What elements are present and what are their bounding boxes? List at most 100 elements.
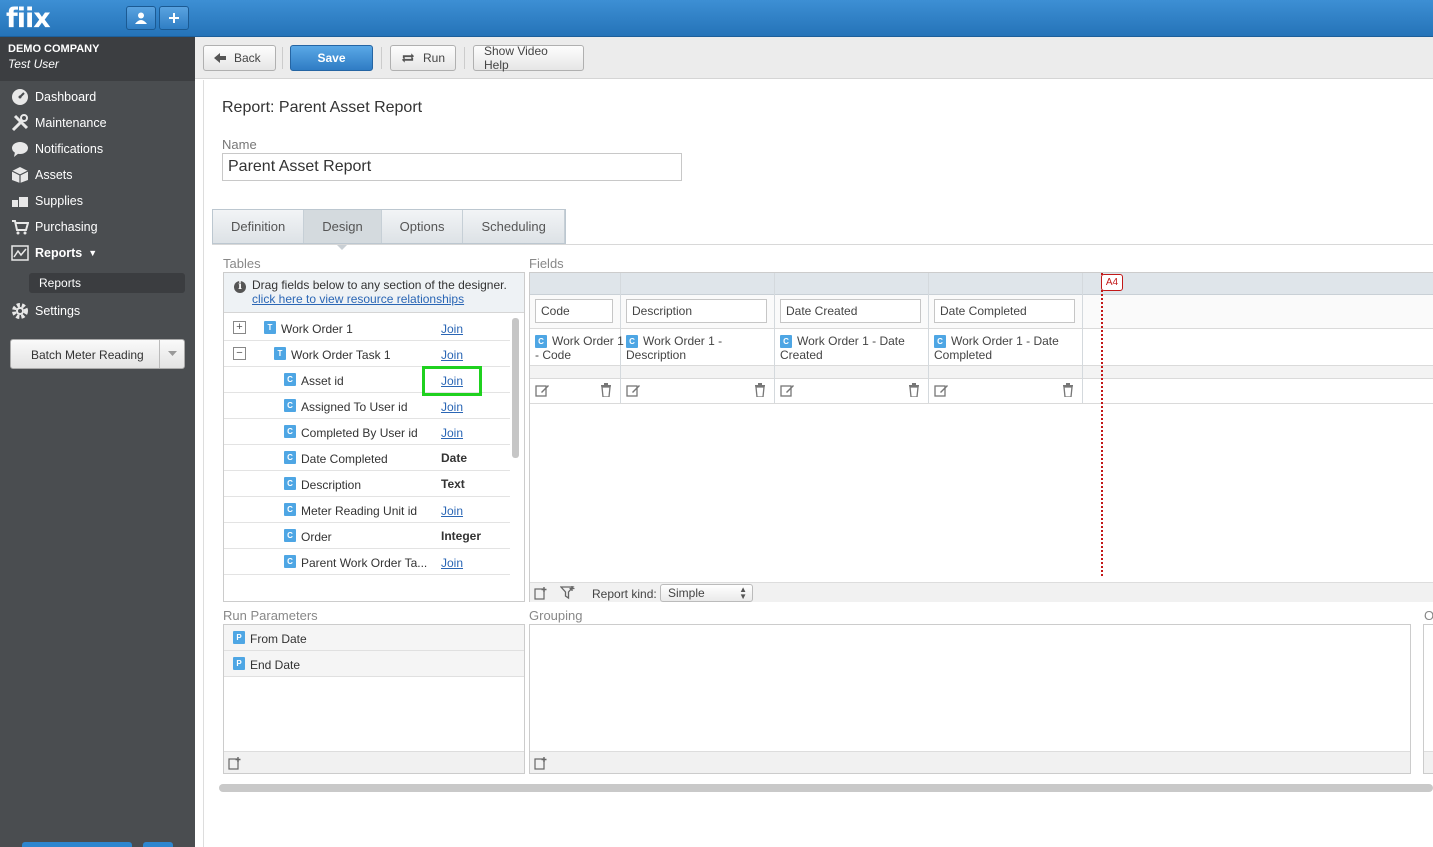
field-actions-band [530,379,1433,404]
edit-icon[interactable] [626,383,641,398]
run-parameters-panel: P From Date P End Date [223,624,525,774]
tables-panel: i Drag fields below to any section of th… [223,272,525,602]
sidebar-item-settings[interactable]: Settings [10,301,80,321]
join-link[interactable]: Join [441,504,463,518]
column-type-icon: C [284,373,296,386]
save-button[interactable]: Save [290,45,373,71]
third-section-panel[interactable] [1423,624,1433,774]
sidebar-item-assets[interactable]: Assets [10,165,73,185]
show-video-help-button[interactable]: Show Video Help [473,44,584,72]
table-name: Work Order 1 [281,322,353,336]
field-row-parent-work-order-task[interactable]: C Parent Work Order Ta... Join [224,549,510,575]
plus-icon [169,13,179,23]
sidebar-item-label: Purchasing [35,220,98,234]
field-row-completed-by-user-id[interactable]: C Completed By User id Join [224,419,510,445]
sidebar-item-reports[interactable]: Reports ▼ [10,243,97,263]
top-bar: fiix [0,0,1433,37]
toolbar-divider [381,47,382,69]
field-row-date-completed[interactable]: C Date Completed Date [224,445,510,471]
field-spacer-band [530,366,1433,379]
add-grouping-icon[interactable] [534,756,548,770]
sidebar-item-purchasing[interactable]: Purchasing [10,217,98,237]
field-row-order[interactable]: C Order Integer [224,523,510,549]
column-type-icon: C [284,399,296,412]
field-source: Completed [934,348,993,362]
run-parameters-label: Run Parameters [223,608,318,623]
horizontal-scrollbar[interactable] [219,784,1433,792]
table-row-work-order[interactable]: + T Work Order 1 Join [224,315,510,341]
field-source: Work Order 1 [552,334,624,348]
gear-icon [10,302,30,320]
join-link[interactable]: Join [441,426,463,440]
resource-relationships-link[interactable]: click here to view resource relationship… [252,292,464,306]
toolbar: Back Save Run Show Video Help [195,37,1433,79]
third-section-footer [1424,751,1433,773]
sidebar-footer-button[interactable] [22,842,132,847]
run-button[interactable]: Run [390,45,456,71]
edit-icon[interactable] [780,383,795,398]
field-header-input-code[interactable]: Code [535,299,613,323]
run-parameter-row[interactable]: P From Date [224,625,524,651]
field-header-input-date-created[interactable]: Date Created [780,299,921,323]
field-row-meter-reading-unit-id[interactable]: C Meter Reading Unit id Join [224,497,510,523]
add-field-icon[interactable] [534,586,548,600]
trash-icon[interactable] [600,383,612,397]
add-parameter-icon[interactable] [228,756,242,770]
join-link[interactable]: Join [441,322,463,336]
select-arrows-icon: ▲ ▼ [739,585,747,601]
field-source: Work Order 1 - Date [797,334,905,348]
fiix-logo[interactable]: fiix [6,3,51,34]
join-link[interactable]: Join [441,400,463,414]
third-section-label: O [1424,608,1433,623]
trash-icon[interactable] [908,383,920,397]
sidebar-footer-button-small[interactable] [143,842,173,847]
join-link[interactable]: Join [441,556,463,570]
field-source: Work Order 1 - Date [951,334,1059,348]
sidebar-item-label: Maintenance [35,116,107,130]
sidebar-item-label: Dashboard [35,90,97,104]
batch-meter-reading-button[interactable]: Batch Meter Reading [10,339,185,369]
edit-icon[interactable] [934,383,949,398]
expand-icon[interactable]: + [233,321,246,334]
tables-scrollbar[interactable] [512,318,519,458]
field-header-input-description[interactable]: Description [626,299,767,323]
table-name: Work Order Task 1 [291,348,391,362]
tab-definition[interactable]: Definition [213,210,305,243]
trash-icon[interactable] [754,383,766,397]
sidebar-item-maintenance[interactable]: Maintenance [10,113,107,133]
parameter-name: End Date [250,658,301,672]
supplies-icon [10,192,30,210]
sidebar-item-notifications[interactable]: Notifications [10,139,103,159]
company-block: DEMO COMPANY Test User [0,37,195,81]
tab-scheduling[interactable]: Scheduling [463,210,565,243]
chart-icon [10,244,30,262]
tab-options[interactable]: Options [381,210,464,243]
report-kind-select[interactable]: Simple ▲ ▼ [660,584,753,602]
collapse-icon[interactable]: − [233,347,246,360]
info-icon: i [234,281,246,293]
run-parameter-row[interactable]: P End Date [224,651,524,677]
back-button[interactable]: Back [203,45,276,71]
sidebar-item-supplies[interactable]: Supplies [10,191,83,211]
add-new-button[interactable] [159,6,189,30]
report-name-input[interactable] [222,153,682,181]
grouping-panel[interactable] [529,624,1411,774]
fields-panel: Code C Work Order 1 - Code Description C… [529,272,1433,602]
field-row-assigned-to-user-id[interactable]: C Assigned To User id Join [224,393,510,419]
field-type: Date [441,451,468,465]
user-name: Test User [8,57,59,71]
tab-design[interactable]: Design [304,210,382,250]
chevron-down-icon[interactable] [160,340,184,368]
dashboard-icon [10,88,30,106]
table-row-work-order-task[interactable]: − T Work Order Task 1 Join [224,341,510,367]
filter-icon[interactable] [560,585,576,600]
trash-icon[interactable] [1062,383,1074,397]
field-row-description[interactable]: C Description Text [224,471,510,497]
edit-icon[interactable] [535,383,550,398]
field-name: Completed By User id [301,426,418,440]
user-profile-button[interactable] [126,6,156,30]
sidebar-item-dashboard[interactable]: Dashboard [10,87,96,107]
field-header-input-date-completed[interactable]: Date Completed [934,299,1075,323]
sidebar-subitem-reports[interactable]: Reports [29,273,185,293]
join-link[interactable]: Join [441,348,463,362]
